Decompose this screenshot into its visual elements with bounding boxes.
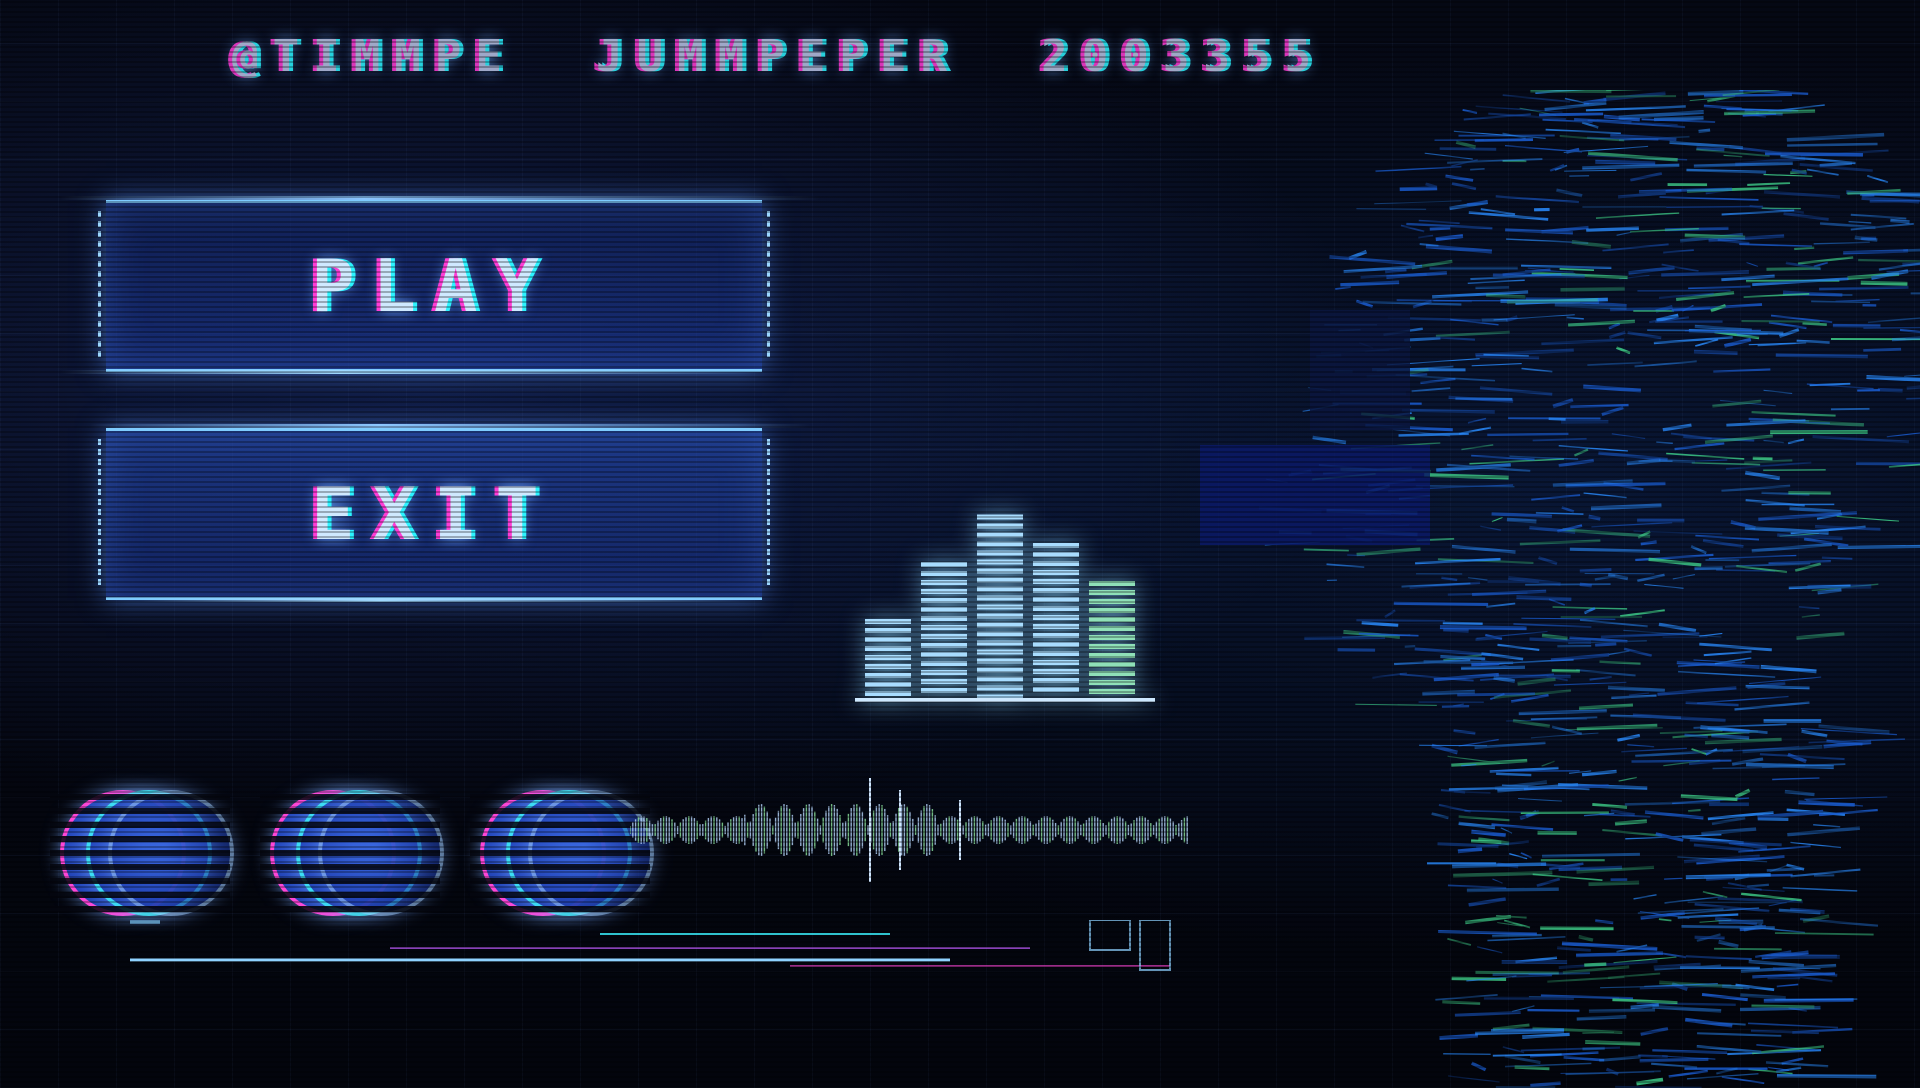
signal-bar	[1033, 543, 1079, 692]
game-main-menu: @TIMMPE JUMMPEPER 2003355 PLAY EXIT	[0, 0, 1920, 1088]
signal-bar	[1089, 581, 1135, 694]
life-orb-icon	[50, 780, 234, 920]
header-subtitle: JUMMPEPER	[596, 30, 962, 82]
signal-bar	[865, 619, 911, 696]
top-header: @TIMMPE JUMMPEPER 2003355	[232, 26, 1672, 86]
signal-bar	[977, 514, 1023, 700]
hologram-head-image	[1200, 90, 1920, 1088]
life-orb-icon	[470, 780, 654, 920]
lives-indicator	[50, 780, 654, 920]
play-button-bottom-rail	[60, 370, 760, 374]
bottom-decor-lines	[130, 920, 1171, 971]
signal-strength-icon	[855, 514, 1155, 702]
play-button-label: PLAY	[311, 244, 557, 328]
exit-button[interactable]: EXIT	[98, 428, 770, 600]
exit-button-bottom-rail	[140, 598, 740, 602]
play-button[interactable]: PLAY	[98, 200, 770, 372]
header-code: 2003355	[1041, 30, 1326, 82]
audio-waveform-icon	[630, 778, 1188, 882]
life-orb-icon	[260, 780, 444, 920]
header-title: @TIMMPE	[232, 30, 516, 82]
signal-bar	[921, 562, 967, 693]
exit-button-label: EXIT	[311, 472, 557, 556]
